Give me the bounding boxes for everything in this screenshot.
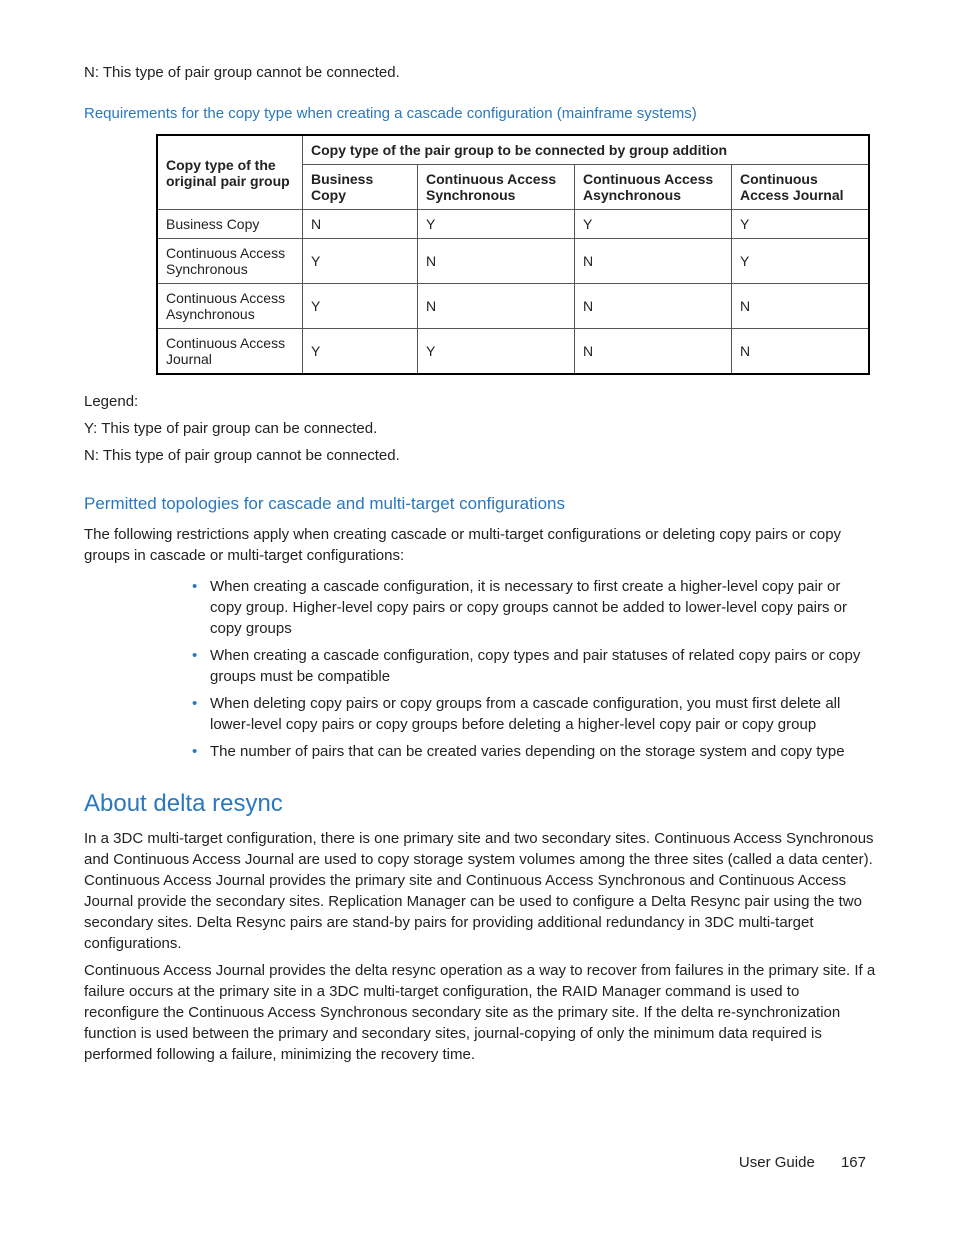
row-name: Continuous Access Journal [157, 329, 303, 375]
cell: N [418, 239, 575, 284]
cell: N [732, 284, 870, 329]
row-name: Continuous Access Asynchronous [157, 284, 303, 329]
table-row: Continuous Access Asynchronous Y N N N [157, 284, 869, 329]
table-col-header: Continuous Access Journal [732, 165, 870, 210]
page-footer: User Guide 167 [739, 1154, 866, 1171]
cell: Y [418, 329, 575, 375]
footer-label: User Guide [739, 1154, 815, 1171]
table-row: Continuous Access Synchronous Y N N Y [157, 239, 869, 284]
cell: Y [732, 239, 870, 284]
top-note: N: This type of pair group cannot be con… [84, 62, 876, 83]
cell: N [303, 210, 418, 239]
table-col-header: Continuous Access Synchronous [418, 165, 575, 210]
cell: Y [303, 239, 418, 284]
permitted-topologies-heading: Permitted topologies for cascade and mul… [84, 494, 876, 514]
table-row: Continuous Access Journal Y Y N N [157, 329, 869, 375]
cell: Y [303, 329, 418, 375]
table-row: Business Copy N Y Y Y [157, 210, 869, 239]
cell: Y [303, 284, 418, 329]
cell: Y [732, 210, 870, 239]
table-left-header: Copy type of the original pair group [157, 135, 303, 210]
cell: N [732, 329, 870, 375]
list-item: When deleting copy pairs or copy groups … [192, 693, 876, 735]
requirements-heading-link[interactable]: Requirements for the copy type when crea… [84, 105, 876, 122]
permitted-intro: The following restrictions apply when cr… [84, 524, 876, 566]
delta-resync-paragraph: Continuous Access Journal provides the d… [84, 960, 876, 1065]
about-delta-resync-heading: About delta resync [84, 790, 876, 818]
cell: N [575, 284, 732, 329]
row-name: Continuous Access Synchronous [157, 239, 303, 284]
cell: N [575, 239, 732, 284]
cell: Y [418, 210, 575, 239]
legend-title: Legend: [84, 391, 876, 412]
table-col-header: Continuous Access Asynchronous [575, 165, 732, 210]
page-number: 167 [841, 1154, 866, 1171]
cell: N [418, 284, 575, 329]
row-name: Business Copy [157, 210, 303, 239]
list-item: When creating a cascade configuration, c… [192, 645, 876, 687]
list-item: When creating a cascade configuration, i… [192, 576, 876, 639]
table-span-header: Copy type of the pair group to be connec… [303, 135, 870, 165]
legend-n: N: This type of pair group cannot be con… [84, 445, 876, 466]
cell: Y [575, 210, 732, 239]
table-col-header: Business Copy [303, 165, 418, 210]
legend-y: Y: This type of pair group can be connec… [84, 418, 876, 439]
list-item: The number of pairs that can be created … [192, 741, 876, 762]
copy-type-requirements-table: Copy type of the original pair group Cop… [156, 134, 870, 375]
cell: N [575, 329, 732, 375]
restrictions-list: When creating a cascade configuration, i… [192, 576, 876, 762]
delta-resync-paragraph: In a 3DC multi-target configuration, the… [84, 828, 876, 954]
